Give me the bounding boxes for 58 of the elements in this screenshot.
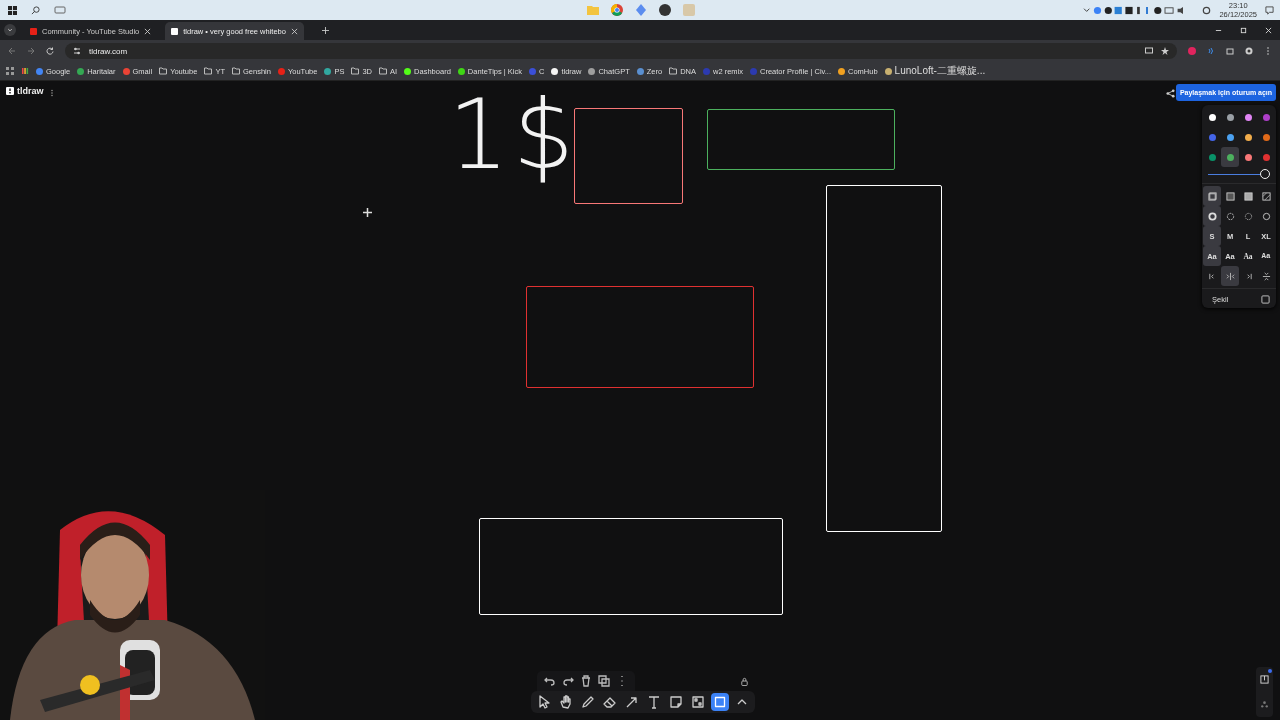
address-bar[interactable]: tldraw.com	[65, 43, 1177, 59]
menu-icon[interactable]	[48, 89, 56, 97]
restore-icon[interactable]	[1240, 26, 1247, 34]
notification-icon[interactable]	[1265, 5, 1274, 15]
align-option[interactable]	[1221, 266, 1239, 286]
panel-icon[interactable]	[1260, 675, 1269, 684]
folder-icon	[669, 67, 678, 75]
fill-option[interactable]	[1203, 186, 1221, 206]
close-icon[interactable]	[144, 27, 152, 35]
apps-icon[interactable]	[6, 67, 14, 75]
folder-icon	[379, 67, 387, 75]
settings-icon[interactable]	[1202, 5, 1212, 15]
close-icon[interactable]	[1265, 26, 1272, 34]
folder-icon	[351, 67, 360, 75]
align-icon	[1225, 271, 1235, 281]
handwritten-text: 1$	[448, 87, 579, 183]
align-icon	[1261, 271, 1271, 281]
install-icon[interactable]	[1145, 47, 1153, 55]
share-icon[interactable]	[1166, 89, 1175, 98]
slider-thumb[interactable]	[1260, 169, 1270, 179]
star-icon[interactable]	[1161, 47, 1169, 55]
profile-icon[interactable]	[1245, 47, 1253, 55]
note-icon	[667, 693, 685, 711]
folder-icon	[204, 67, 213, 75]
lock-icon[interactable]	[740, 676, 749, 686]
search-icon[interactable]	[31, 5, 40, 15]
sound-icon[interactable]	[1207, 47, 1215, 55]
reload-icon[interactable]	[46, 47, 54, 55]
tab-search-icon[interactable]	[4, 24, 16, 36]
duplicate-icon[interactable]	[595, 672, 613, 690]
opacity-slider[interactable]	[1208, 169, 1270, 179]
app-logo[interactable]: tldraw	[6, 86, 44, 96]
minimap-control[interactable]	[1256, 667, 1273, 717]
folder-icon	[159, 67, 168, 75]
app-icon[interactable]	[659, 4, 671, 16]
back-icon[interactable]	[8, 47, 16, 55]
menu-icon[interactable]	[1264, 47, 1272, 55]
asset-tool[interactable]	[689, 693, 707, 711]
forward-icon[interactable]	[27, 47, 35, 55]
fill-style-icon	[1261, 191, 1271, 201]
asset-icon	[689, 693, 707, 711]
extension-icon[interactable]	[1188, 47, 1196, 55]
note-tool[interactable]	[667, 693, 685, 711]
people-icon[interactable]	[1260, 700, 1269, 709]
task-view-icon[interactable]	[54, 4, 66, 16]
rectangle-icon[interactable]	[1261, 295, 1270, 304]
align-icon	[1207, 271, 1217, 281]
bookmark[interactable]: LunoLoft-二重螺旋...	[884, 64, 986, 78]
close-icon[interactable]	[290, 27, 298, 35]
chrome-icon[interactable]	[611, 4, 623, 16]
rectangle-tool[interactable]	[711, 693, 729, 711]
grid-icon[interactable]	[21, 67, 29, 75]
folder-icon	[232, 67, 240, 75]
site-info-icon[interactable]	[73, 47, 81, 55]
crosshair-cursor-icon	[363, 208, 372, 217]
new-tab-icon[interactable]	[321, 26, 329, 34]
color-swatch[interactable]	[1221, 147, 1239, 167]
windows-icon[interactable]	[8, 5, 17, 15]
